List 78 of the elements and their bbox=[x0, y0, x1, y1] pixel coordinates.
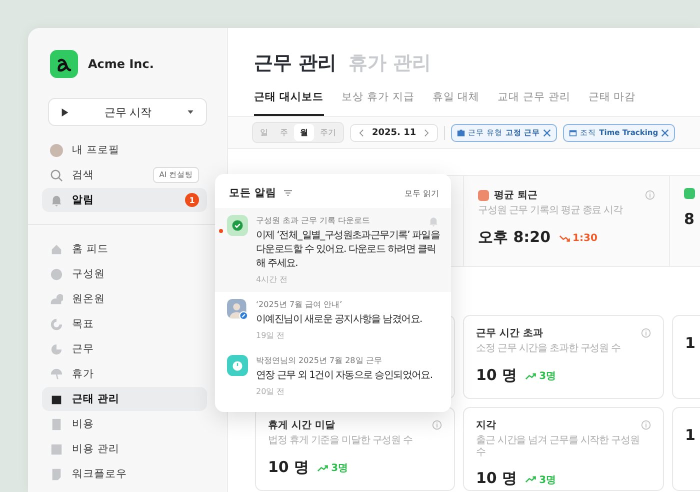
filter-icon[interactable] bbox=[282, 189, 293, 197]
popover-title: 모든 알림 bbox=[229, 186, 277, 200]
metric-title: 근무 시간 초과 bbox=[476, 327, 544, 340]
play-icon bbox=[61, 108, 69, 116]
metric-value: 오후 8:20 bbox=[478, 228, 551, 246]
notification-message: 이제 ‘전체_일별_구성원초과근무기록’ 파일을 다운로드할 수 있어요. 다운로드 하려면 클릭해 주세요. bbox=[256, 229, 441, 271]
notification-subject: 박정연님의 2025년 7월 28일 근무 bbox=[256, 355, 382, 366]
nav-item[interactable]: 원온원 bbox=[42, 287, 207, 311]
notification-item[interactable]: 박정연님의 2025년 7월 28일 근무 연장 근무 외 1건이 자동으로 승인되었어요. 20일 전 bbox=[215, 348, 451, 404]
notification-message: 연장 근무 외 1건이 자동으로 승인되었어요. bbox=[256, 369, 434, 383]
timer-icon bbox=[227, 355, 248, 376]
metric-value: 10 명 bbox=[476, 366, 518, 384]
metric-description: 구성원 근무 기록의 평균 종료 시각 bbox=[478, 205, 624, 216]
notification-item[interactable]: ‘2025년 7월 급여 안내’ 이예진님이 새로운 공지사항을 남겼어요. 19일 전 bbox=[215, 292, 451, 348]
metric-description: 출근 시간을 넘겨 근무를 시작한 구성원 수 bbox=[476, 435, 640, 458]
metric-change: 3명 bbox=[525, 369, 556, 383]
close-icon[interactable] bbox=[661, 128, 670, 136]
metric-description: 법정 휴게 기준을 미달한 구성원 수 bbox=[268, 435, 414, 446]
metric-title: 지각 bbox=[476, 419, 497, 432]
notification-count: 1 bbox=[185, 193, 199, 207]
info-icon[interactable] bbox=[641, 420, 651, 430]
chevron-right-icon bbox=[424, 128, 430, 136]
page-title: 근무 관리 bbox=[254, 51, 337, 76]
info-icon[interactable] bbox=[641, 328, 651, 338]
umbrella-icon bbox=[50, 368, 63, 380]
notification-subject: ‘2025년 7월 급여 안내’ bbox=[256, 299, 342, 310]
company-name: Acme Inc. bbox=[88, 57, 154, 71]
metric-title: 평균 퇴근 bbox=[494, 189, 538, 202]
metric-change: 3명 bbox=[525, 472, 556, 486]
month-picker[interactable]: 2025. 11 bbox=[350, 124, 438, 142]
avatar-icon bbox=[227, 299, 248, 320]
notification-item[interactable]: 구성원 초과 근무 기록 다운로드 이제 ‘전체_일별_구성원초과근무기록’ 파일을 다운로드할 수 있어요. 다운로드 하려면 클릭해 주세요. 4시간 전 bbox=[215, 208, 451, 292]
avatar-icon bbox=[50, 144, 63, 156]
metric-title: 휴게 시간 미달 bbox=[268, 419, 336, 432]
nav-item[interactable]: 근태 관리 bbox=[42, 387, 207, 411]
tab[interactable]: 보상 휴가 지급 bbox=[342, 90, 414, 116]
home-icon bbox=[50, 242, 63, 256]
nav-item[interactable]: 알림 1 bbox=[42, 188, 207, 212]
notification-message: 이예진님이 새로운 공지사항을 남겼어요. bbox=[256, 313, 423, 327]
metric-value: 1 bbox=[685, 334, 696, 352]
period-option[interactable]: 월 bbox=[294, 124, 314, 141]
logo-icon bbox=[50, 50, 78, 78]
caret-icon bbox=[187, 110, 194, 114]
notification-time: 20일 전 bbox=[256, 386, 286, 397]
notification-time: 4시간 전 bbox=[256, 274, 289, 285]
nav-item[interactable]: 비용 관리 bbox=[42, 437, 207, 461]
tab[interactable]: 교대 근무 관리 bbox=[498, 90, 570, 116]
start-work-button[interactable]: 근무 시작 bbox=[48, 98, 207, 126]
people-icon bbox=[50, 292, 63, 306]
chevron-left-icon bbox=[359, 128, 364, 136]
search-icon bbox=[50, 168, 63, 182]
metric-change: 3명 bbox=[317, 461, 348, 475]
tab[interactable]: 휴일 대체 bbox=[432, 90, 480, 116]
tab[interactable]: 근태 마감 bbox=[588, 90, 636, 116]
bell-icon[interactable] bbox=[428, 216, 439, 227]
nav-item[interactable]: 근무 bbox=[42, 337, 207, 361]
metric-value: 8 bbox=[684, 210, 694, 228]
nav-item[interactable]: 비용 bbox=[42, 412, 207, 436]
metric-value: 1 bbox=[685, 426, 696, 444]
metric-value: 10 명 bbox=[268, 458, 310, 476]
notification-subject: 구성원 초과 근무 기록 다운로드 bbox=[256, 215, 370, 226]
notification-time: 19일 전 bbox=[256, 330, 286, 341]
mark-all-read-button[interactable]: 모두 읽기 bbox=[404, 188, 439, 198]
metric-description: 소정 근무 시간을 초과한 구성원 수 bbox=[476, 343, 622, 354]
nav-item[interactable]: 워크플로우 bbox=[42, 462, 207, 486]
nav-item[interactable]: 내 프로필 bbox=[42, 138, 207, 162]
info-icon[interactable] bbox=[645, 190, 655, 200]
nav-item[interactable]: 홈 피드 bbox=[42, 237, 207, 261]
close-icon[interactable] bbox=[543, 128, 552, 136]
metric-value: 10 명 bbox=[476, 469, 518, 488]
bell-icon bbox=[50, 194, 63, 206]
briefcase-icon bbox=[457, 128, 466, 136]
document-icon bbox=[50, 468, 63, 480]
nav-item[interactable]: 휴가 bbox=[42, 362, 207, 386]
metric-change: 1:30 bbox=[558, 232, 598, 244]
info-icon[interactable] bbox=[432, 420, 442, 430]
nav-item[interactable]: 구성원 bbox=[42, 262, 207, 286]
nav-item[interactable]: 목표 bbox=[42, 312, 207, 336]
